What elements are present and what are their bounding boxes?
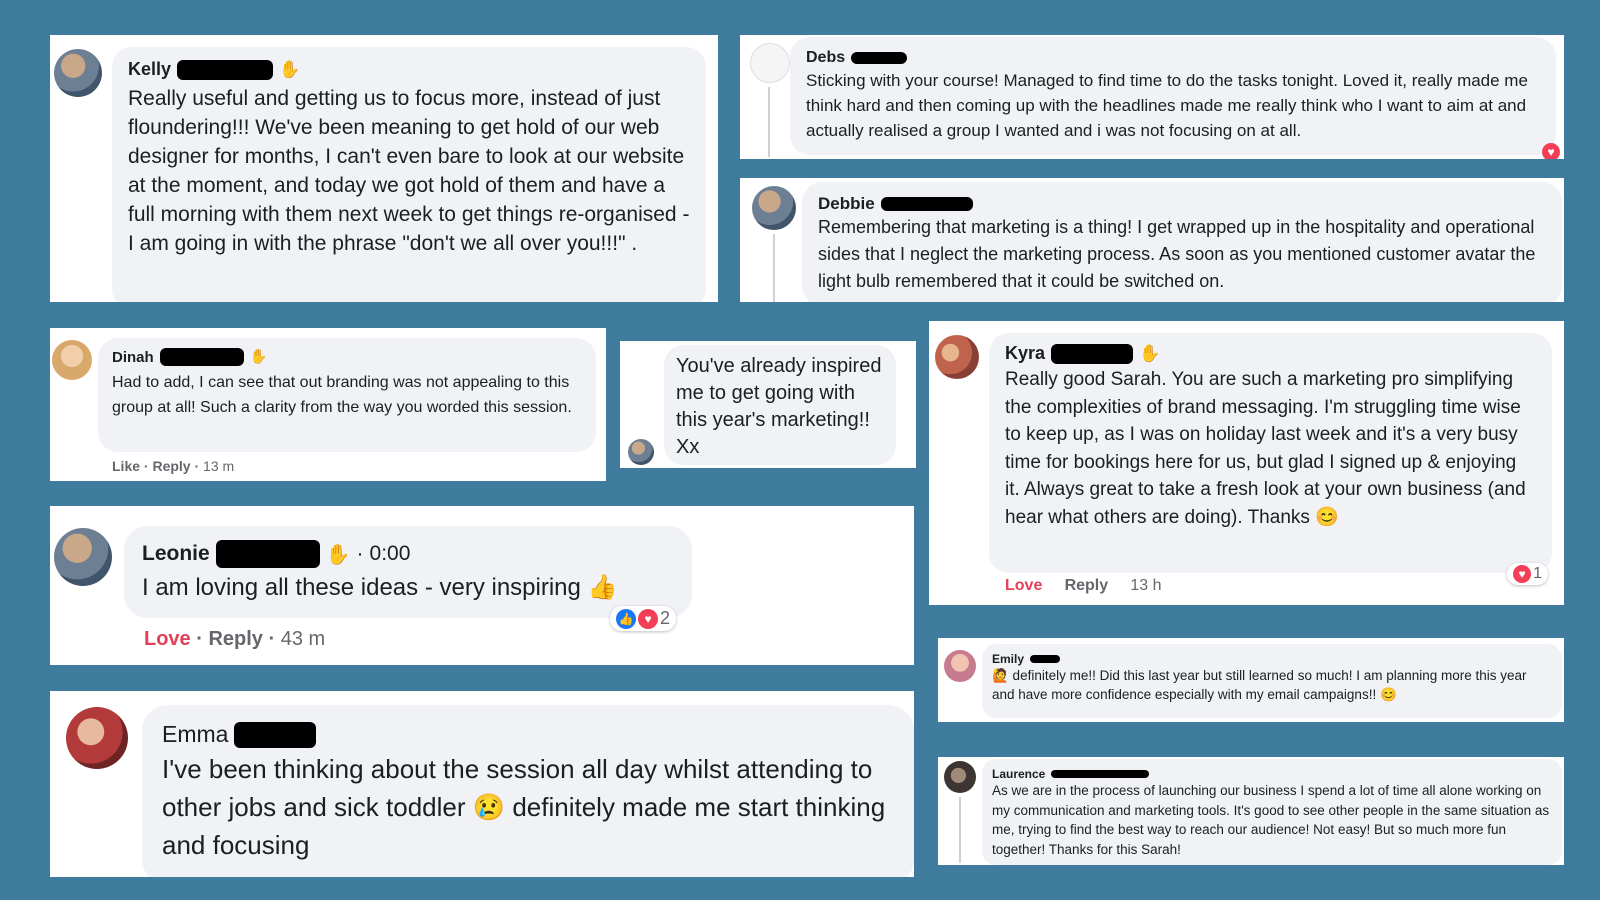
comment-bubble: Leonie ✋ · 0:00 I am loving all these id… [124, 526, 692, 618]
comment-text: Sticking with your course! Managed to fi… [806, 71, 1528, 140]
redacted-surname [1030, 655, 1061, 663]
comment-bubble: Kelly ✋ Really useful and getting us to … [112, 47, 706, 302]
comment-text: I've been thinking about the session all… [162, 754, 886, 860]
reaction-summary[interactable]: 👍 ♥ 2 [610, 606, 677, 631]
comment-card-emily: Emily 🙋 definitely me!! Did this last ye… [938, 638, 1564, 722]
commenter-name[interactable]: Leonie [142, 542, 210, 566]
avatar[interactable] [52, 340, 92, 380]
timestamp[interactable]: 43 m [281, 628, 325, 650]
heart-icon: ♥ [638, 608, 658, 629]
avatar[interactable] [54, 49, 102, 97]
avatar[interactable] [628, 439, 654, 465]
love-link[interactable]: Love [144, 628, 191, 650]
reaction-count: 2 [660, 608, 671, 628]
like-link[interactable]: Like [112, 458, 140, 474]
timestamp[interactable]: 13 h [1130, 577, 1161, 594]
heart-icon[interactable]: ♥ [1542, 143, 1560, 159]
comment-card-dinah: Dinah ✋ Had to add, I can see that out b… [50, 328, 606, 481]
redacted-surname [234, 721, 317, 748]
like-icon: 👍 [616, 608, 636, 629]
wave-icon: ✋ [325, 543, 351, 566]
commenter-name[interactable]: Debs [806, 49, 845, 67]
redacted-surname [1051, 343, 1134, 364]
comment-actions: Love Reply 13 h [1005, 577, 1162, 595]
reply-link[interactable]: Reply [152, 458, 190, 474]
avatar[interactable] [752, 186, 796, 230]
reaction-summary[interactable]: ♥ 1 [1507, 563, 1548, 585]
comment-bubble: Emma I've been thinking about the sessio… [142, 705, 914, 877]
heart-icon: ♥ [1513, 565, 1532, 583]
comment-actions: Love · Reply · 43 m [144, 628, 326, 650]
duration-label: · [356, 542, 364, 565]
commenter-name[interactable]: Laurence [992, 767, 1045, 781]
comment-card-leonie: Leonie ✋ · 0:00 I am loving all these id… [50, 506, 914, 665]
commenter-name[interactable]: Emily [992, 652, 1024, 666]
avatar[interactable] [66, 707, 128, 769]
redacted-surname [215, 540, 320, 568]
comment-text: 🙋 definitely me!! Did this last year but… [992, 668, 1527, 702]
avatar[interactable] [944, 761, 976, 793]
wave-icon: ✋ [1139, 343, 1161, 363]
avatar[interactable] [935, 335, 979, 379]
comment-card-emma: Emma I've been thinking about the sessio… [50, 691, 914, 877]
thread-line [773, 234, 775, 302]
comment-bubble: Laurence As we are in the process of lau… [982, 759, 1562, 865]
thread-line [768, 87, 770, 157]
comment-text: I am loving all these ideas - very inspi… [142, 574, 618, 601]
love-link[interactable]: Love [1005, 577, 1042, 594]
commenter-name[interactable]: Kyra [1005, 343, 1045, 364]
reply-link[interactable]: Reply [1065, 577, 1109, 594]
comment-text: Had to add, I can see that out branding … [112, 374, 572, 416]
comment-card-laurence: Laurence As we are in the process of lau… [938, 757, 1564, 865]
comment-text: As we are in the process of launching ou… [992, 783, 1550, 857]
comment-card-debs: Debs Sticking with your course! Managed … [740, 35, 1564, 159]
comment-card-kyra: Kyra ✋ Really good Sarah. You are such a… [929, 321, 1564, 605]
timestamp[interactable]: 13 m [203, 458, 234, 474]
commenter-name[interactable]: Dinah [112, 349, 154, 366]
comment-actions: Like · Reply · 13 m [112, 458, 235, 474]
comment-card-kelly: Kelly ✋ Really useful and getting us to … [50, 35, 718, 302]
wave-icon: ✋ [279, 59, 301, 79]
redacted-surname [851, 52, 908, 64]
comment-card-debbie: Debbie Remembering that marketing is a t… [740, 178, 1564, 302]
comment-bubble: Dinah ✋ Had to add, I can see that out b… [98, 338, 596, 452]
redacted-surname [177, 59, 274, 80]
comment-card-anonymous: You've already inspired me to get going … [620, 341, 916, 468]
commenter-name[interactable]: Kelly [128, 59, 171, 80]
redacted-surname [1051, 770, 1150, 778]
redacted-surname [159, 348, 244, 366]
commenter-name[interactable]: Debbie [818, 194, 875, 214]
comment-text: Really useful and getting us to focus mo… [128, 87, 690, 255]
comment-text: Really good Sarah. You are such a market… [1005, 369, 1526, 528]
avatar[interactable] [750, 43, 790, 83]
avatar[interactable] [54, 528, 112, 586]
wave-icon: ✋ [249, 349, 268, 365]
comment-bubble: Kyra ✋ Really good Sarah. You are such a… [989, 333, 1552, 573]
redacted-surname [880, 197, 973, 211]
thread-line [959, 797, 961, 863]
comment-text: Remembering that marketing is a thing! I… [818, 217, 1536, 291]
comment-bubble: Debbie Remembering that marketing is a t… [802, 182, 1562, 302]
comment-text: You've already inspired me to get going … [676, 355, 882, 458]
comment-bubble: You've already inspired me to get going … [664, 345, 896, 465]
reply-link[interactable]: Reply [208, 628, 262, 650]
avatar[interactable] [944, 650, 976, 682]
reaction-count: 1 [1533, 565, 1542, 582]
comment-bubble: Debs Sticking with your course! Managed … [790, 37, 1556, 155]
audio-duration[interactable]: 0:00 [370, 542, 411, 566]
comment-bubble: Emily 🙋 definitely me!! Did this last ye… [982, 644, 1562, 718]
commenter-name[interactable]: Emma [162, 721, 228, 748]
